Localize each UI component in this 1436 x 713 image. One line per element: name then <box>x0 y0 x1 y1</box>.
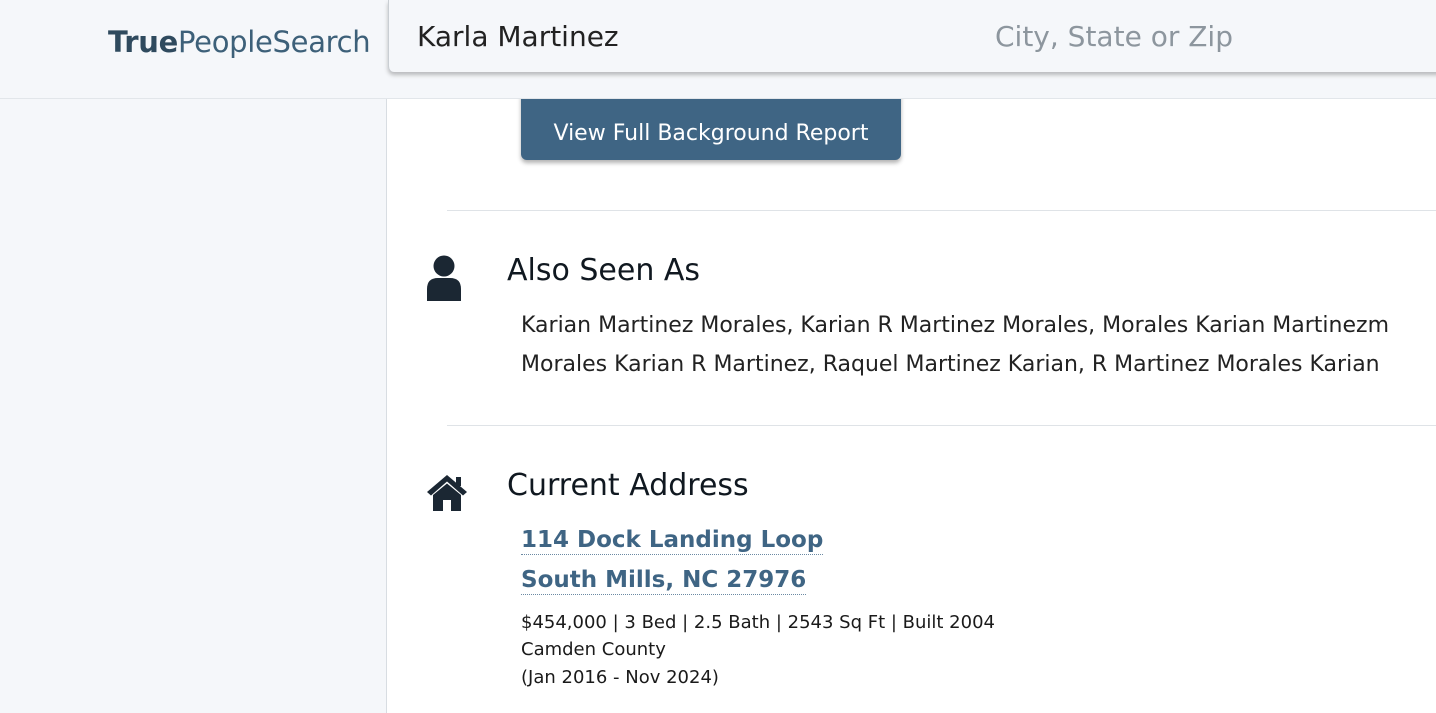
logo-rest-text: PeopleSearch <box>178 25 371 59</box>
section-divider <box>447 425 1436 426</box>
county-text: Camden County <box>521 639 666 660</box>
left-sidebar <box>0 99 386 713</box>
address-street-link[interactable]: 114 Dock Landing Loop <box>521 526 824 555</box>
aka-names-line-1: Karian Martinez Morales, Karian R Martin… <box>521 313 1390 338</box>
location-search-input[interactable] <box>995 14 1415 58</box>
main-content: View Full Background Report Also Seen As… <box>386 99 1436 713</box>
site-logo[interactable]: TruePeopleSearch <box>108 22 371 62</box>
site-header: TruePeopleSearch <box>0 0 1436 99</box>
aka-names-line-2: Morales Karian R Martinez, Raquel Martin… <box>521 352 1380 377</box>
current-address-title: Current Address <box>507 468 749 503</box>
home-icon <box>427 475 467 511</box>
name-search-input[interactable] <box>417 14 957 58</box>
search-bar <box>388 0 1436 72</box>
logo-bold-text: True <box>108 25 179 59</box>
residence-dates: (Jan 2016 - Nov 2024) <box>521 667 719 688</box>
address-city-link[interactable]: South Mills, NC 27976 <box>521 566 807 595</box>
property-details: $454,000 | 3 Bed | 2.5 Bath | 2543 Sq Ft… <box>521 612 995 633</box>
section-divider <box>447 210 1436 211</box>
also-seen-as-title: Also Seen As <box>507 253 701 288</box>
view-full-background-report-button[interactable]: View Full Background Report <box>521 99 901 160</box>
person-icon <box>427 255 461 301</box>
